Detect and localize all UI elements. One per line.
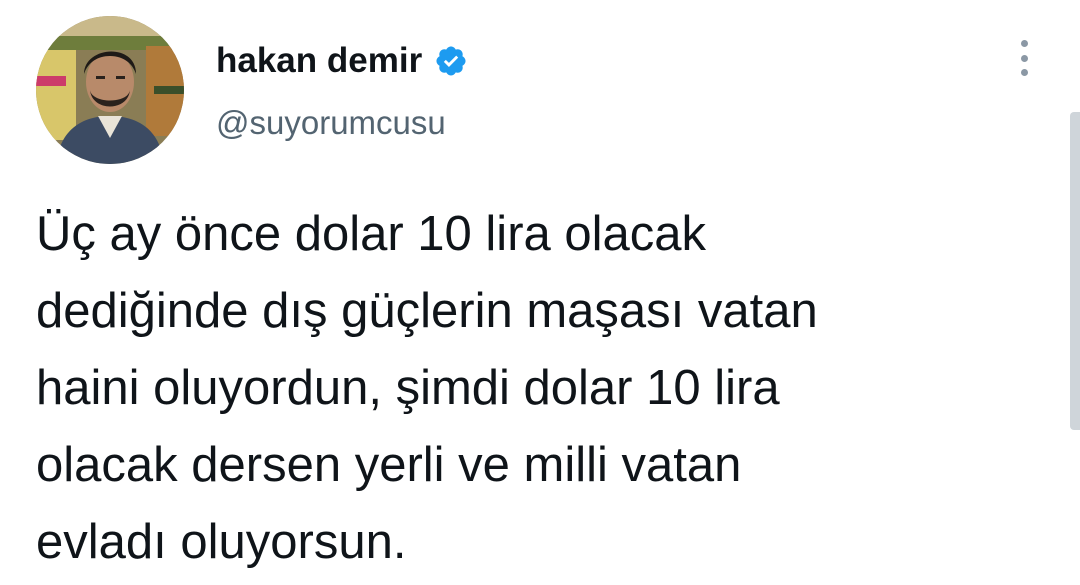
avatar-image	[36, 16, 184, 164]
tweet-line: Üç ay önce dolar 10 lira olacak	[36, 207, 707, 261]
author-name-row: hakan demir	[216, 36, 468, 86]
verified-badge-icon	[434, 44, 468, 78]
tweet-line: evladı oluyorsun.	[36, 515, 407, 569]
tweet-text: Üç ay önce dolar 10 lira olacak dediğind…	[36, 196, 1036, 581]
display-name[interactable]: hakan demir	[216, 41, 422, 81]
avatar[interactable]	[36, 16, 184, 164]
author-handle[interactable]: @suyorumcusu	[216, 104, 446, 142]
more-dot	[1020, 54, 1028, 62]
scrollbar[interactable]	[1070, 112, 1080, 430]
tweet-line: dediğinde dış güçlerin maşası vatan	[36, 284, 818, 338]
more-options-icon[interactable]	[1008, 36, 1040, 80]
tweet-line: olacak dersen yerli ve milli vatan	[36, 438, 742, 492]
more-dot	[1020, 69, 1028, 76]
tweet-line: haini oluyordun, şimdi dolar 10 lira	[36, 361, 780, 415]
more-dot	[1020, 40, 1028, 47]
